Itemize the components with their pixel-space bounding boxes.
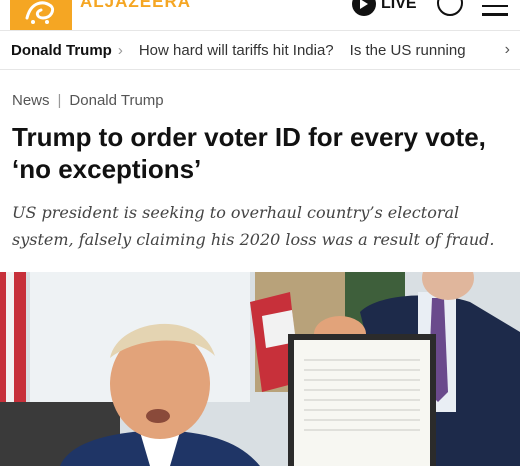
account-icon[interactable] [437, 0, 463, 16]
chevron-right-icon: › [504, 41, 510, 58]
play-icon [352, 0, 376, 16]
aljazeera-logo[interactable] [10, 0, 72, 30]
live-label: LIVE [381, 0, 417, 12]
scroll-right-button[interactable]: › [488, 31, 520, 69]
article-standfirst: US president is seeking to overhaul coun… [12, 203, 495, 249]
article-lead-image[interactable] [0, 272, 520, 466]
trending-link[interactable]: How hard will tariffs hit India? [139, 42, 334, 59]
breadcrumb-separator: | [57, 92, 62, 109]
site-header: ALJAZEERA LIVE [0, 0, 520, 30]
breadcrumb-news[interactable]: News [12, 92, 50, 109]
breadcrumb: News | Donald Trump [12, 92, 164, 109]
trending-link[interactable]: Is the US running [350, 42, 466, 59]
chevron-right-icon: › [117, 41, 123, 59]
trending-topic[interactable]: Donald Trump [11, 42, 112, 59]
live-button[interactable]: LIVE [352, 0, 417, 16]
brand-name[interactable]: ALJAZEERA [80, 0, 191, 12]
breadcrumb-topic[interactable]: Donald Trump [69, 92, 163, 109]
trending-bar: Donald Trump › How hard will tariffs hit… [0, 30, 520, 70]
article-headline: Trump to order voter ID for every vote, … [12, 122, 486, 184]
lead-photo-illustration [0, 272, 520, 466]
menu-icon[interactable] [482, 0, 508, 22]
